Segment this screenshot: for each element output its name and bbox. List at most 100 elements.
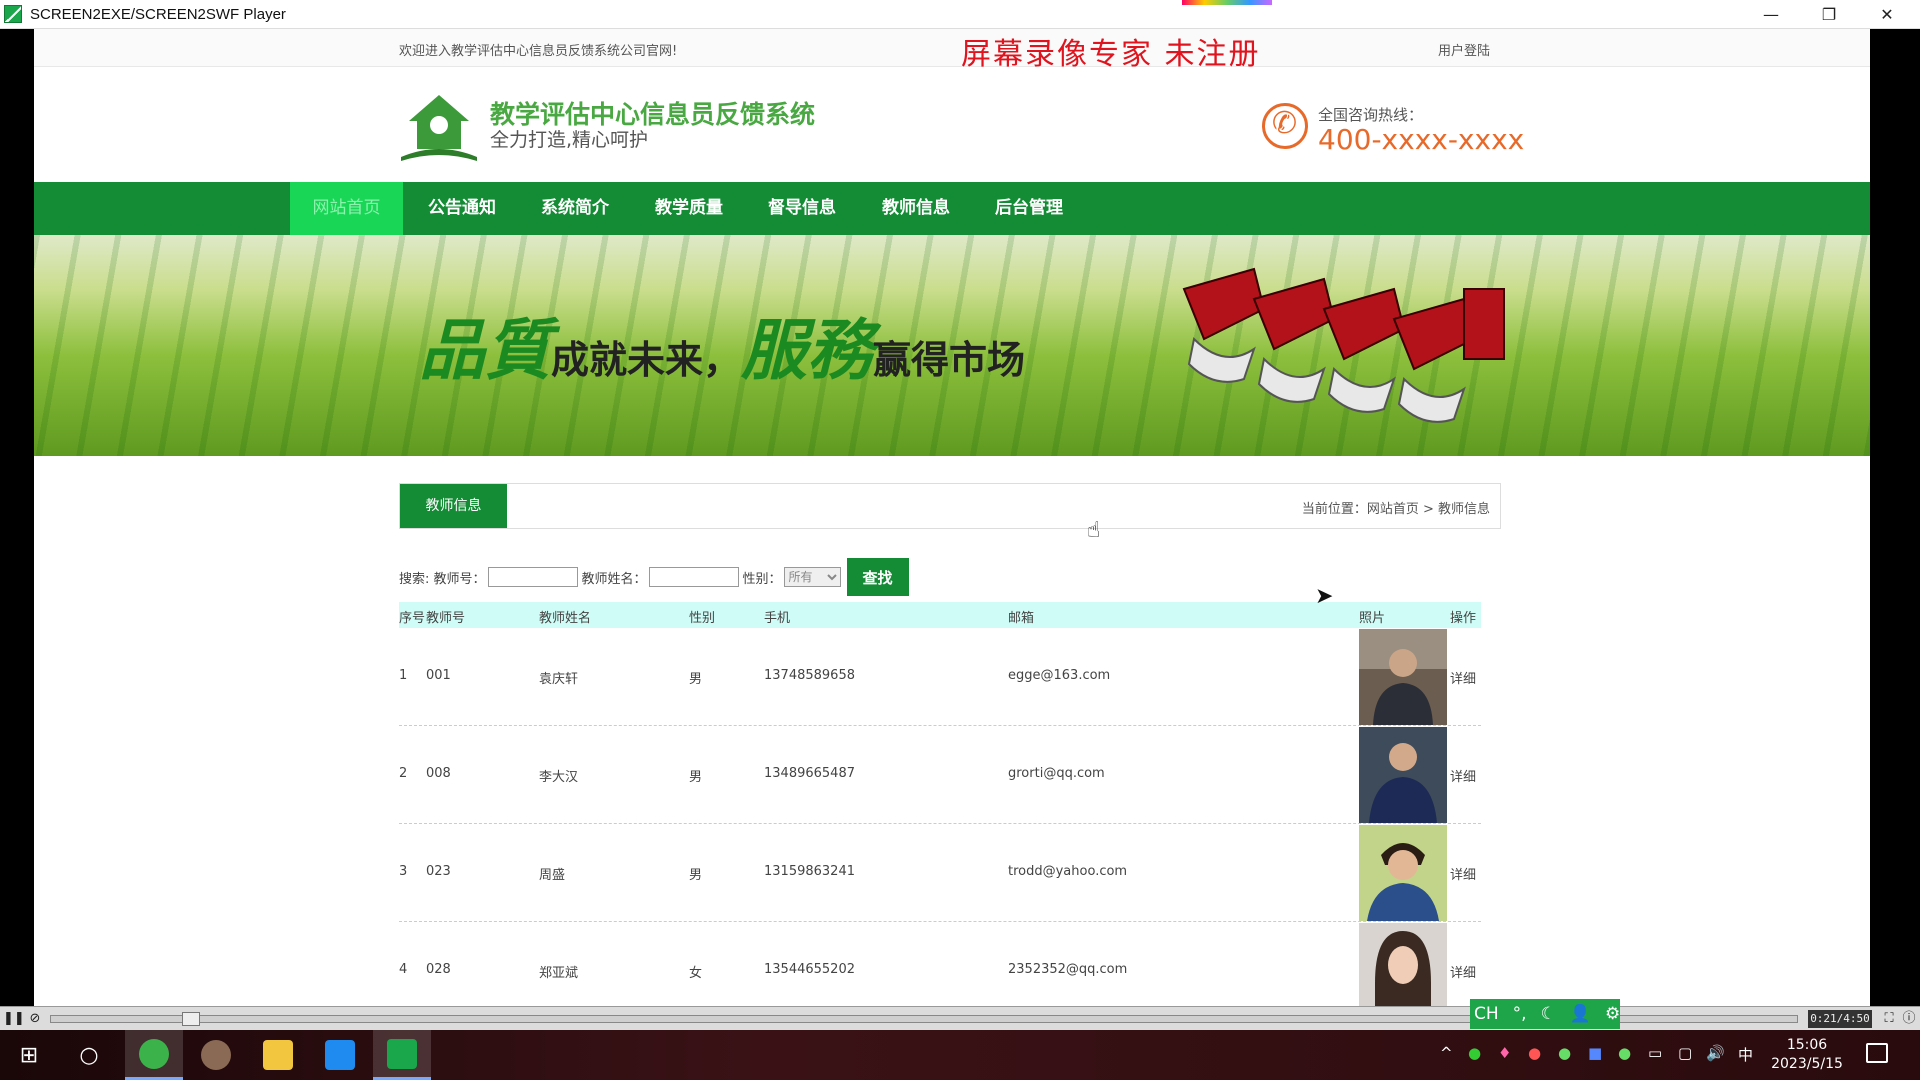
section-tab-teachers[interactable]: 教师信息: [400, 484, 507, 528]
tray-app-icon[interactable]: ●: [1468, 1044, 1481, 1062]
ime-moon-icon[interactable]: ☾: [1541, 1004, 1556, 1024]
top-info-bar: 欢迎进入教学评估中心信息员反馈系统公司官网! 用户登陆: [34, 29, 1870, 67]
teacher-name-input[interactable]: [648, 567, 739, 587]
detail-link[interactable]: 详细: [1450, 962, 1476, 981]
tray-app-icon[interactable]: ●: [1528, 1044, 1541, 1062]
teacher-table: 序号 教师号 教师姓名 性别 手机 邮箱 照片 操作 1 001 袁庆轩 男 1…: [399, 602, 1481, 1006]
tray-battery-icon[interactable]: ▭: [1648, 1044, 1662, 1062]
pause-button[interactable]: ❚❚: [3, 1010, 25, 1028]
search-button[interactable]: 查找: [846, 558, 909, 596]
ime-user-icon[interactable]: 👤: [1570, 1004, 1591, 1024]
site-header: 教学评估中心信息员反馈系统 全力打造,精心呵护 全国咨询热线： 400-xxxx…: [34, 67, 1870, 182]
tray-ime-indicator[interactable]: 中: [1738, 1044, 1753, 1065]
window-title: SCREEN2EXE/SCREEN2SWF Player: [30, 5, 286, 23]
gender-select[interactable]: 所有: [783, 567, 841, 587]
tray-caret-icon[interactable]: ^: [1440, 1044, 1453, 1062]
tray-app-icon[interactable]: ♦: [1498, 1044, 1511, 1062]
stop-button[interactable]: ⊘: [26, 1010, 44, 1028]
close-button[interactable]: ✕: [1858, 0, 1916, 29]
cell-teacher-no: 023: [426, 864, 451, 879]
cell-gender: 男: [689, 868, 703, 883]
nav-item-supervision[interactable]: 督导信息: [749, 182, 855, 235]
taskbar-folder-icon[interactable]: [249, 1030, 307, 1080]
header-gender: 性别: [689, 611, 716, 626]
cell-email: grorti@qq.com: [1008, 766, 1105, 781]
info-icon[interactable]: ⓘ: [1900, 1010, 1918, 1028]
cell-teacher-name: 郑亚斌: [539, 966, 579, 981]
tray-app-icon[interactable]: ■: [1588, 1044, 1602, 1062]
teacher-photo: [1359, 727, 1447, 823]
search-gender-label: 性别：: [742, 571, 782, 587]
playback-time: 0:21/4:50: [1808, 1010, 1872, 1028]
ime-gear-icon[interactable]: ⚙: [1605, 1004, 1620, 1024]
header-teacher-name: 教师姓名: [539, 611, 592, 626]
nav-item-quality[interactable]: 教学质量: [636, 182, 742, 235]
teacher-photo: [1359, 923, 1447, 1006]
cell-email: 2352352@qq.com: [1008, 962, 1128, 977]
taskbar-editor-app[interactable]: [311, 1030, 369, 1080]
minimize-button[interactable]: —: [1742, 0, 1800, 29]
header-teacher-no: 教师号: [426, 611, 466, 626]
taskbar-browser[interactable]: [125, 1030, 183, 1080]
nav-item-intro[interactable]: 系统简介: [522, 182, 628, 235]
welcome-text: 欢迎进入教学评估中心信息员反馈系统公司官网!: [399, 44, 678, 59]
taskbar-screen2exe-player[interactable]: [373, 1030, 431, 1080]
search-teacher-no-label: 搜索: 教师号：: [399, 571, 486, 587]
site-slogan: 全力打造,精心呵护: [490, 129, 649, 151]
nav-item-home[interactable]: 网站首页: [290, 182, 403, 239]
ime-lang[interactable]: CH: [1474, 1004, 1499, 1024]
hotline-number: 400-xxxx-xxxx: [1318, 123, 1525, 156]
cell-phone: 13159863241: [764, 864, 855, 879]
tray-wechat-icon[interactable]: ●: [1558, 1044, 1571, 1062]
tray-network-icon[interactable]: ▢: [1678, 1044, 1692, 1062]
plow-machine-image: [1182, 267, 1505, 423]
cell-phone: 13544655202: [764, 962, 855, 977]
clock-date: 2023/5/15: [1771, 1056, 1843, 1072]
cell-email: egge@163.com: [1008, 668, 1111, 683]
nav-item-notices[interactable]: 公告通知: [409, 182, 515, 235]
recorder-watermark: 屏幕录像专家 未注册: [961, 37, 1261, 72]
cell-teacher-name: 袁庆轩: [539, 672, 579, 687]
tray-volume-icon[interactable]: 🔊: [1706, 1044, 1725, 1062]
cell-teacher-name: 李大汉: [539, 770, 579, 785]
window-titlebar: SCREEN2EXE/SCREEN2SWF Player — ❐ ✕: [0, 0, 1920, 29]
cell-seq: 2: [399, 766, 408, 781]
user-login-link[interactable]: 用户登陆: [1438, 40, 1490, 59]
search-circle-icon[interactable]: ○: [60, 1030, 118, 1080]
house-logo-icon: [401, 95, 477, 161]
notification-icon[interactable]: [1866, 1043, 1888, 1063]
tray-wechat-icon[interactable]: ●: [1618, 1044, 1631, 1062]
nav-item-admin[interactable]: 后台管理: [976, 182, 1082, 235]
banner-slogan-market: 赢得市场: [873, 337, 1026, 382]
teacher-no-input[interactable]: [487, 567, 578, 587]
cell-teacher-no: 028: [426, 962, 451, 977]
detail-link[interactable]: 详细: [1450, 864, 1476, 883]
taskbar-clock[interactable]: 15:06 2023/5/15: [1767, 1036, 1847, 1074]
cell-phone: 13489665487: [764, 766, 855, 781]
nav-item-teachers[interactable]: 教师信息: [863, 182, 969, 235]
hero-banner: 品質成就未来，服務赢得市场: [34, 235, 1870, 456]
search-form: 搜索: 教师号： 教师姓名： 性别： 所有 查找: [399, 558, 909, 596]
start-windows-icon[interactable]: ⊞: [0, 1030, 58, 1080]
header-operation: 操作: [1450, 611, 1477, 626]
banner-slogan: 品質成就未来，服務赢得市场: [419, 297, 1025, 393]
hotline-label: 全国咨询热线：: [1318, 106, 1424, 124]
page-viewport: 屏幕录像专家 未注册 欢迎进入教学评估中心信息员反馈系统公司官网! 用户登陆 教…: [34, 29, 1870, 1006]
table-row: 1 001 袁庆轩 男 13748589658 egge@163.com 详细: [399, 628, 1481, 726]
seek-thumb[interactable]: [182, 1012, 200, 1026]
ime-punct-icon[interactable]: °,: [1513, 1004, 1527, 1024]
teacher-photo: [1359, 629, 1447, 725]
header-photo: 照片: [1359, 611, 1386, 626]
arrow-cursor-icon: ➤: [1315, 584, 1334, 609]
header-seq: 序号: [399, 611, 426, 626]
taskbar-photo-app[interactable]: [187, 1030, 245, 1080]
detail-link[interactable]: 详细: [1450, 766, 1476, 785]
maximize-button[interactable]: ❐: [1800, 0, 1858, 29]
header-phone: 手机: [764, 611, 791, 626]
detail-link[interactable]: 详细: [1450, 668, 1476, 687]
cell-phone: 13748589658: [764, 668, 855, 683]
fullscreen-icon[interactable]: ⛶: [1880, 1010, 1898, 1028]
section-bar: 教师信息 当前位置：网站首页 > 教师信息: [399, 483, 1501, 529]
ime-toolbar[interactable]: CH °, ☾ 👤 ⚙: [1470, 999, 1620, 1029]
cell-email: trodd@yahoo.com: [1008, 864, 1128, 879]
